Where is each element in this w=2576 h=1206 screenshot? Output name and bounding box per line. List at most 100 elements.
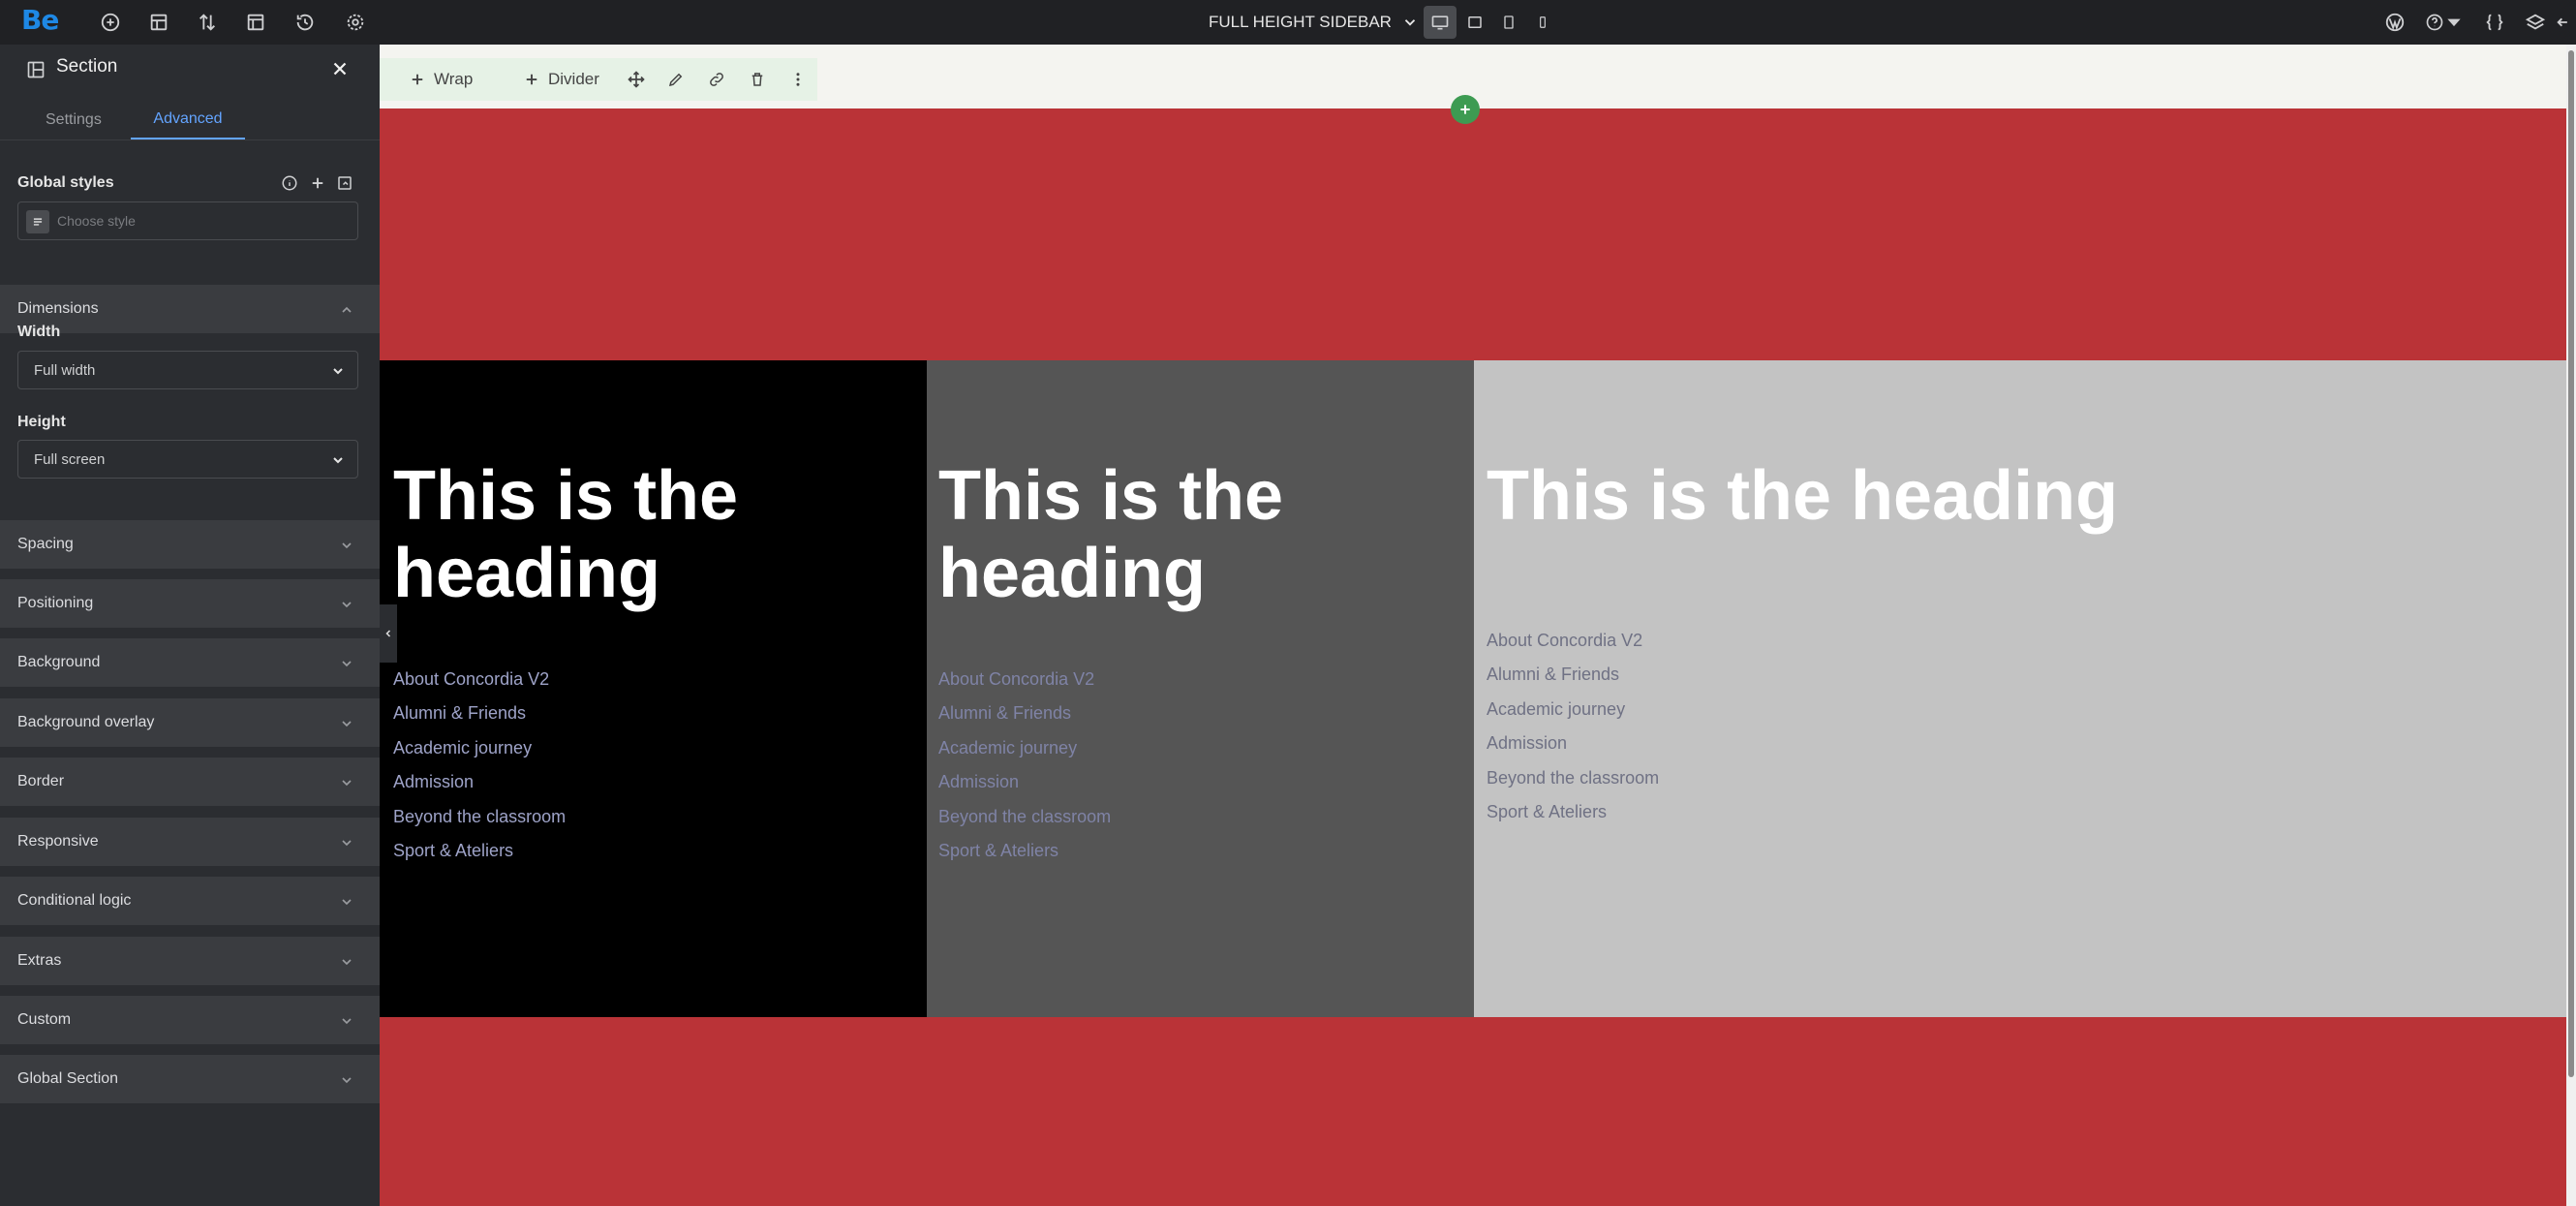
accordion-responsive[interactable]: Responsive <box>0 818 380 866</box>
page-selector[interactable]: FULL HEIGHT SIDEBAR <box>1209 0 1419 45</box>
template-icon[interactable] <box>241 8 270 37</box>
settings-icon[interactable] <box>341 8 370 37</box>
chevron-down-icon <box>339 538 354 553</box>
history-icon[interactable] <box>291 8 320 37</box>
move-icon[interactable] <box>627 58 646 101</box>
nav-link[interactable]: Academic journey <box>393 731 566 765</box>
add-section-button[interactable] <box>1451 95 1480 124</box>
chevron-down-icon <box>339 1013 354 1029</box>
style-list-icon <box>26 210 49 233</box>
chevron-down-icon <box>339 716 354 731</box>
nav-link[interactable]: Sport & Ateliers <box>1487 795 1659 829</box>
accordion-spacing[interactable]: Spacing <box>0 520 380 569</box>
desktop-icon[interactable] <box>1424 6 1457 39</box>
accordion-label: Responsive <box>17 833 99 850</box>
plus-icon <box>412 74 423 85</box>
sidebar-header: Section <box>0 45 380 91</box>
tabs-divider <box>0 139 380 140</box>
column-1[interactable]: This is the heading About Concordia V2 Al… <box>380 360 927 1017</box>
accordion-label: Custom <box>17 1011 72 1028</box>
accordion-label: Border <box>17 773 65 789</box>
layout-icon[interactable] <box>144 8 173 37</box>
column-heading: This is the heading <box>1487 457 2119 535</box>
nav-link[interactable]: Alumni & Friends <box>393 696 566 730</box>
accordion-label: Background <box>17 654 101 670</box>
laptop-icon[interactable] <box>1458 6 1491 39</box>
accordion-background-overlay[interactable]: Background overlay <box>0 698 380 747</box>
more-icon[interactable] <box>789 58 807 101</box>
chevron-down-icon <box>339 835 354 850</box>
manage-styles-icon[interactable] <box>336 174 353 192</box>
chevron-down-icon <box>339 775 354 790</box>
red-band-top <box>380 108 2566 360</box>
nav-link[interactable]: About Concordia V2 <box>1487 624 1659 658</box>
column-2[interactable]: This is the heading About Concordia V2 Al… <box>927 360 1474 1017</box>
delete-icon[interactable] <box>749 58 766 101</box>
nav-link[interactable]: Admission <box>938 765 1111 799</box>
nav-link[interactable]: Academic journey <box>1487 693 1659 727</box>
close-icon[interactable] <box>329 58 351 79</box>
code-icon[interactable] <box>2480 8 2509 37</box>
global-style-placeholder: Choose style <box>57 213 136 229</box>
sidebar-title: Section <box>56 56 118 77</box>
wrap-label: Wrap <box>434 70 474 88</box>
accordion-dimensions-label: Dimensions <box>17 300 99 317</box>
nav-link[interactable]: Beyond the classroom <box>393 800 566 834</box>
add-icon[interactable] <box>96 8 125 37</box>
help-icon[interactable] <box>2425 8 2464 37</box>
nav-link[interactable]: Admission <box>393 765 566 799</box>
accordion-background[interactable]: Background <box>0 638 380 687</box>
chevron-down-icon <box>339 656 354 671</box>
accordion-positioning[interactable]: Positioning <box>0 579 380 628</box>
collapse-sidebar-button[interactable] <box>380 604 397 663</box>
nav-link[interactable]: Academic journey <box>938 731 1111 765</box>
nav-link[interactable]: Beyond the classroom <box>938 800 1111 834</box>
height-select-value: Full screen <box>34 450 106 468</box>
nav-link[interactable]: Beyond the classroom <box>1487 761 1659 795</box>
sidebar-tabs: Settings Advanced <box>0 101 380 139</box>
accordion-label: Conditional logic <box>17 892 132 909</box>
accordion-extras[interactable]: Extras <box>0 937 380 985</box>
global-styles-label: Global styles <box>17 174 114 191</box>
tab-settings[interactable]: Settings <box>46 101 102 139</box>
column-3[interactable]: This is the heading About Concordia V2 Al… <box>1474 360 2566 1017</box>
nav-link[interactable]: Sport & Ateliers <box>938 834 1111 868</box>
accordion-conditional-logic[interactable]: Conditional logic <box>0 877 380 925</box>
add-style-icon[interactable] <box>309 174 326 192</box>
height-label: Height <box>17 414 66 430</box>
column-heading: This is the heading <box>393 457 739 612</box>
canvas-scrollbar-thumb[interactable] <box>2568 50 2574 1077</box>
info-icon[interactable] <box>281 174 298 192</box>
add-divider-button[interactable]: Divider <box>523 58 599 101</box>
link-list: About Concordia V2 Alumni & Friends Academ… <box>938 663 1111 868</box>
tablet-icon[interactable] <box>1492 6 1525 39</box>
accordion-custom[interactable]: Custom <box>0 996 380 1044</box>
add-wrap-button[interactable]: Wrap <box>409 58 473 101</box>
chevron-down-icon <box>1401 14 1419 31</box>
global-style-select[interactable]: Choose style <box>17 201 358 240</box>
link-icon[interactable] <box>708 58 725 101</box>
tab-advanced[interactable]: Advanced <box>131 101 245 139</box>
accordion-border[interactable]: Border <box>0 758 380 806</box>
height-select[interactable]: Full screen <box>17 440 358 479</box>
nav-link[interactable]: About Concordia V2 <box>393 663 566 696</box>
nav-link[interactable]: Sport & Ateliers <box>393 834 566 868</box>
chevron-down-icon <box>339 954 354 970</box>
layers-icon[interactable] <box>2521 8 2550 37</box>
nav-link[interactable]: Alumni & Friends <box>938 696 1111 730</box>
chevron-down-icon <box>339 597 354 612</box>
nav-link[interactable]: Admission <box>1487 727 1659 760</box>
nav-link[interactable]: About Concordia V2 <box>938 663 1111 696</box>
wordpress-icon[interactable] <box>2380 8 2409 37</box>
width-select[interactable]: Full width <box>17 351 358 389</box>
sort-icon[interactable] <box>193 8 222 37</box>
chevron-down-icon <box>330 363 346 379</box>
exit-icon[interactable] <box>2555 8 2576 37</box>
page-canvas: Wrap Divider This is the heading About C… <box>380 45 2576 1206</box>
nav-link[interactable]: Alumni & Friends <box>1487 658 1659 692</box>
divider-label: Divider <box>548 70 599 88</box>
accordion-global-section[interactable]: Global Section <box>0 1055 380 1103</box>
mobile-icon[interactable] <box>1526 6 1559 39</box>
edit-icon[interactable] <box>667 58 685 101</box>
width-select-value: Full width <box>34 361 96 379</box>
